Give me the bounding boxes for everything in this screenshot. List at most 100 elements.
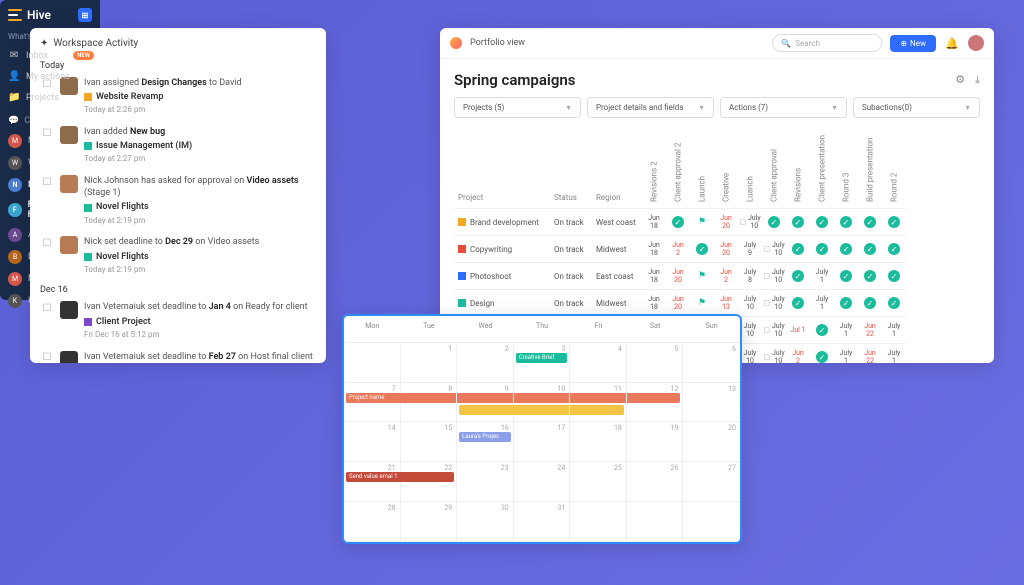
grid-cell[interactable]: ✓ — [810, 351, 834, 363]
grid-cell[interactable]: ✓ — [690, 243, 714, 255]
activity-item[interactable]: ☐ Nick Johnson has asked for approval on… — [40, 175, 316, 226]
cal-cell[interactable]: 29 — [401, 502, 458, 542]
brand-row[interactable]: Hive ⊞ — [0, 6, 100, 28]
grid-cell[interactable]: Jun 2 — [786, 349, 810, 363]
grid-cell[interactable]: Jun 2 — [666, 241, 690, 257]
grid-cell[interactable]: July 8 — [738, 268, 762, 284]
cal-cell[interactable]: 9 — [457, 383, 514, 423]
grid-cell[interactable]: ✓ — [858, 243, 882, 255]
grid-cell[interactable]: Jun 18 — [642, 268, 666, 284]
cal-cell[interactable]: 19 — [627, 422, 684, 462]
grid-cell[interactable]: Jun 18 — [642, 214, 666, 230]
grid-cell[interactable]: ✓ — [786, 270, 810, 282]
user-avatar[interactable] — [968, 35, 984, 51]
cal-cell[interactable]: 26 — [627, 462, 684, 502]
activity-item[interactable]: ☐ Ivan Vetemaiuk set deadline to Jan 4 o… — [40, 301, 316, 340]
bell-icon[interactable]: 🔔 — [944, 35, 960, 51]
grid-cell[interactable]: ✓ — [882, 243, 906, 255]
grid-cell[interactable]: ✓ — [810, 216, 834, 228]
grid-cell[interactable]: ⚑ — [690, 271, 714, 281]
activity-item[interactable]: ☐ Nick set deadline to Dec 29 on Video a… — [40, 236, 316, 275]
cal-cell[interactable]: 5 — [627, 343, 684, 383]
grid-cell[interactable]: ▢ July 10 — [762, 241, 786, 257]
grid-cell[interactable]: ✓ — [786, 216, 810, 228]
grid-cell[interactable]: ▢ July 10 — [762, 295, 786, 311]
filter-dropdown[interactable]: Projects (5)▼ — [454, 97, 581, 118]
grid-cell[interactable]: ✓ — [834, 216, 858, 228]
grid-cell[interactable]: July 9 — [738, 241, 762, 257]
cal-cell[interactable]: 14 — [344, 422, 401, 462]
cal-cell[interactable]: 23 — [457, 462, 514, 502]
cal-cell[interactable] — [344, 343, 401, 383]
grid-cell[interactable]: ▢ July 10 — [762, 349, 786, 363]
gear-icon[interactable]: ⚙ — [955, 73, 965, 87]
grid-cell[interactable]: July 1 — [834, 322, 858, 338]
cal-cell[interactable]: 2 — [457, 343, 514, 383]
grid-cell[interactable]: ✓ — [858, 297, 882, 309]
grid-cell[interactable]: Jun 20 — [666, 295, 690, 311]
grid-cell[interactable]: Jun 22 — [858, 322, 882, 338]
grid-cell[interactable]: ▢ July 10 — [762, 322, 786, 338]
grid-cell[interactable]: ✓ — [786, 297, 810, 309]
cal-cell[interactable]: 3Creative Brief — [514, 343, 571, 383]
grid-cell[interactable]: Jun 20 — [714, 214, 738, 230]
grid-cell[interactable]: ✓ — [858, 270, 882, 282]
project-row[interactable]: Design On track Midwest — [454, 289, 642, 316]
cal-cell[interactable]: 8 — [401, 383, 458, 423]
grid-cell[interactable]: ✓ — [882, 216, 906, 228]
cal-cell[interactable]: 21Send value emai 1 — [344, 462, 401, 502]
download-icon[interactable]: ⤓ — [975, 73, 980, 87]
cal-cell[interactable]: 18 — [570, 422, 627, 462]
grid-cell[interactable]: Jun 20 — [714, 241, 738, 257]
grid-cell[interactable]: July 1 — [810, 268, 834, 284]
grid-cell[interactable]: July 1 — [882, 349, 906, 363]
grid-cell[interactable]: ✓ — [810, 324, 834, 336]
cal-cell[interactable] — [570, 502, 627, 542]
sidebar-nav-item[interactable]: 👤My actions — [0, 66, 100, 87]
cal-cell[interactable]: 20 — [683, 422, 740, 462]
sidebar-nav-item[interactable]: 📁Projects — [0, 87, 100, 108]
filter-dropdown[interactable]: Project details and fields▼ — [587, 97, 714, 118]
grid-cell[interactable]: ✓ — [858, 216, 882, 228]
cal-cell[interactable]: 10 — [514, 383, 571, 423]
grid-cell[interactable]: ✓ — [882, 270, 906, 282]
cal-cell[interactable]: 4 — [570, 343, 627, 383]
apps-icon[interactable]: ⊞ — [78, 8, 92, 22]
cal-cell[interactable]: 22 — [401, 462, 458, 502]
cal-cell[interactable] — [683, 502, 740, 542]
grid-cell[interactable]: ✓ — [882, 297, 906, 309]
grid-cell[interactable]: Jun 18 — [642, 241, 666, 257]
grid-cell[interactable]: ▢ July 10 — [762, 268, 786, 284]
grid-cell[interactable]: ⚑ — [690, 298, 714, 308]
grid-cell[interactable]: Jun 20 — [666, 268, 690, 284]
activity-item[interactable]: ☐ Ivan Vetemaiuk set deadline to Feb 27 … — [40, 351, 316, 363]
cal-cell[interactable]: 27 — [683, 462, 740, 502]
project-row[interactable]: Photoshoot On track East coast — [454, 262, 642, 289]
cal-cell[interactable]: 12 — [627, 383, 684, 423]
cal-cell[interactable]: 15 — [401, 422, 458, 462]
cal-cell[interactable]: 6 — [683, 343, 740, 383]
grid-cell[interactable]: ✓ — [834, 270, 858, 282]
activity-item[interactable]: ☐ Ivan added New bug Issue Management (I… — [40, 126, 316, 165]
grid-cell[interactable]: ✓ — [834, 243, 858, 255]
new-button[interactable]: ⊕ New — [890, 35, 936, 52]
grid-cell[interactable]: Jun 18 — [642, 295, 666, 311]
grid-cell[interactable]: July 10 — [738, 295, 762, 311]
grid-cell[interactable]: Jun 22 — [858, 349, 882, 363]
cal-cell[interactable]: 17 — [514, 422, 571, 462]
cal-cell[interactable]: 30 — [457, 502, 514, 542]
project-row[interactable]: Brand development On track West coast — [454, 208, 642, 235]
cal-cell[interactable]: 7Project name — [344, 383, 401, 423]
cal-cell[interactable]: 28 — [344, 502, 401, 542]
cal-cell[interactable]: 13 — [683, 383, 740, 423]
cal-cell[interactable] — [627, 502, 684, 542]
grid-cell[interactable]: ▢ July 10 — [738, 214, 762, 230]
grid-cell[interactable]: July 1 — [882, 322, 906, 338]
grid-cell[interactable]: Jun 2 — [714, 268, 738, 284]
filter-dropdown[interactable]: Subactions(0)▼ — [853, 97, 980, 118]
cal-event[interactable]: Laura's Projec — [459, 432, 511, 442]
grid-cell[interactable]: ✓ — [666, 216, 690, 228]
grid-cell[interactable]: ⚑ — [690, 217, 714, 227]
grid-cell[interactable]: July 1 — [810, 295, 834, 311]
cal-cell[interactable]: 25 — [570, 462, 627, 502]
